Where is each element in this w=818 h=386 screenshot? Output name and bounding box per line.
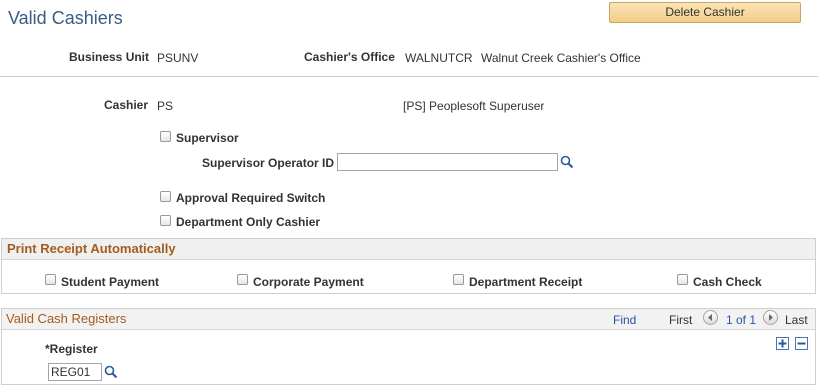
- cashiers-office-code: WALNUTCR: [405, 51, 473, 65]
- register-label: *Register: [45, 342, 98, 356]
- supervisor-label: Supervisor: [176, 131, 239, 145]
- delete-row-button[interactable]: [795, 337, 808, 350]
- cashier-label: Cashier: [104, 98, 149, 112]
- approval-required-label: Approval Required Switch: [176, 191, 326, 205]
- previous-row-button[interactable]: [703, 310, 718, 325]
- find-link[interactable]: Find: [613, 313, 636, 327]
- first-link: First: [669, 313, 693, 327]
- cashier-value: PS: [157, 99, 174, 113]
- minus-icon: [797, 342, 806, 345]
- row-range: 1 of 1: [726, 313, 757, 327]
- department-only-label: Department Only Cashier: [176, 215, 321, 229]
- valid-cash-registers-grid: Valid Cash Registers: [1, 308, 816, 385]
- print-receipt-header: Print Receipt Automatically: [2, 239, 815, 260]
- corporate-payment-checkbox[interactable]: [237, 274, 248, 285]
- page-title: Valid Cashiers: [8, 8, 123, 28]
- business-unit-value: PSUNV: [157, 51, 199, 65]
- cashiers-office-description: Walnut Creek Cashier's Office: [481, 51, 641, 65]
- business-unit-label: Business Unit: [69, 50, 150, 64]
- register-input[interactable]: REG01: [48, 363, 102, 381]
- next-row-button[interactable]: [763, 310, 778, 325]
- chevron-left-icon: [708, 314, 712, 321]
- supervisor-lookup-icon[interactable]: [560, 155, 574, 169]
- department-only-checkbox[interactable]: [160, 215, 171, 226]
- supervisor-checkbox[interactable]: [160, 131, 171, 142]
- plus-icon: [778, 339, 787, 348]
- cash-check-label: Cash Check: [693, 275, 762, 289]
- student-payment-checkbox[interactable]: [45, 274, 56, 285]
- chevron-right-icon: [769, 314, 773, 321]
- register-lookup-icon[interactable]: [104, 365, 118, 379]
- add-row-button[interactable]: [776, 337, 789, 350]
- header-divider: [0, 76, 818, 77]
- last-link: Last: [785, 313, 808, 327]
- approval-required-checkbox[interactable]: [160, 191, 171, 202]
- valid-cash-registers-header: Valid Cash Registers: [2, 309, 815, 330]
- cashiers-office-label: Cashier's Office: [304, 50, 395, 64]
- student-payment-label: Student Payment: [61, 275, 160, 289]
- department-receipt-label: Department Receipt: [469, 275, 583, 289]
- supervisor-operator-label: Supervisor Operator ID: [202, 156, 335, 170]
- cash-check-checkbox[interactable]: [677, 274, 688, 285]
- delete-cashier-button[interactable]: Delete Cashier: [609, 2, 801, 23]
- department-receipt-checkbox[interactable]: [453, 274, 464, 285]
- cashier-description: [PS] Peoplesoft Superuser: [403, 99, 545, 113]
- corporate-payment-label: Corporate Payment: [253, 275, 364, 289]
- supervisor-operator-input[interactable]: [337, 153, 558, 171]
